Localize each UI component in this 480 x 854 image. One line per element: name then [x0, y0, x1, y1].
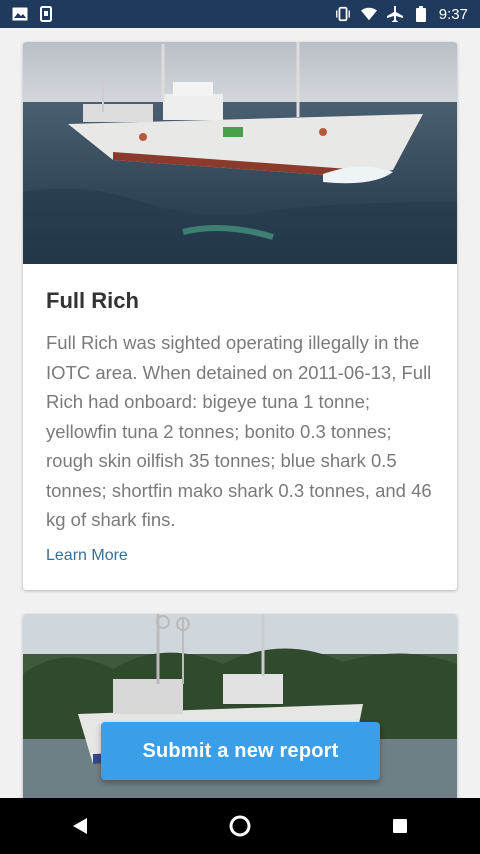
- status-bar: 9:37: [0, 0, 480, 28]
- recents-icon[interactable]: [380, 806, 420, 846]
- image-icon: [12, 6, 28, 22]
- report-feed[interactable]: Full Rich Full Rich was sighted operatin…: [0, 28, 480, 798]
- back-icon[interactable]: [60, 806, 100, 846]
- vessel-description: Full Rich was sighted operating illegall…: [46, 332, 432, 530]
- airplane-icon: [386, 6, 403, 22]
- fishing-vessel-at-sea-photo: [23, 42, 457, 264]
- learn-more-link[interactable]: Learn More: [46, 547, 128, 565]
- sim-icon: [38, 6, 54, 22]
- wifi-icon: [360, 6, 377, 22]
- vessel-title: Full Rich: [46, 288, 139, 313]
- vessel-card: Full Rich Full Rich was sighted operatin…: [23, 42, 457, 590]
- vibrate-icon: [335, 6, 351, 22]
- battery-icon: [413, 6, 429, 22]
- submit-report-button[interactable]: Submit a new report: [101, 722, 380, 780]
- home-icon[interactable]: [220, 806, 260, 846]
- navigation-bar: [0, 798, 480, 854]
- clock: 9:37: [438, 5, 468, 23]
